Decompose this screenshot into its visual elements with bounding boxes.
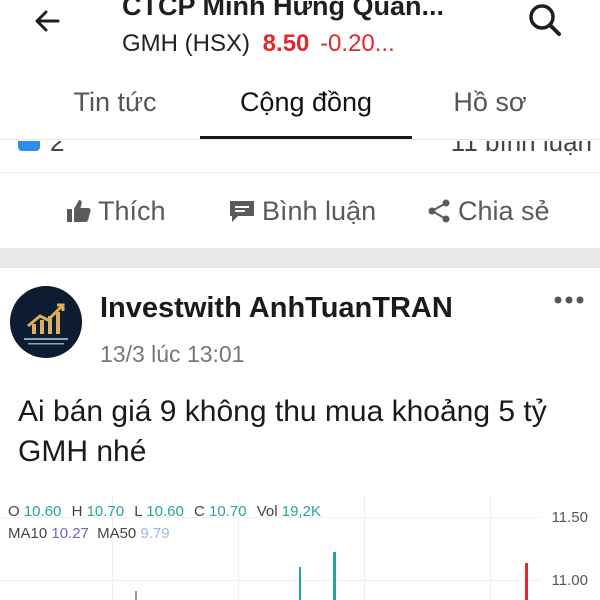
back-button[interactable] (28, 0, 68, 40)
share-label: Chia sẻ (458, 195, 550, 226)
share-icon (428, 199, 450, 223)
tab-bar: Tin tức Cộng đồng Hồ sơ (0, 68, 600, 140)
post-actions: Thích Bình luận Chia sẻ (0, 174, 600, 248)
post-separator (0, 248, 600, 268)
search-icon (529, 4, 561, 36)
like-label: Thích (98, 195, 166, 226)
ticker-symbol: GMH (HSX) (122, 30, 250, 57)
tab-news[interactable]: Tin tức (40, 68, 190, 140)
avatar[interactable] (10, 286, 82, 358)
ticker-line: GMH (HSX) 8.50 -0.20... (122, 30, 395, 58)
like-count: 2 (50, 141, 65, 157)
like-count-icon (18, 141, 40, 151)
chart-gridline (490, 495, 491, 600)
avatar-logo-icon (10, 286, 82, 358)
active-tab-indicator (200, 136, 412, 139)
share-button[interactable]: Chia sẻ (426, 174, 550, 248)
ma-readout: MA10 10.27 MA50 9.79 (8, 525, 170, 542)
more-icon (554, 296, 584, 304)
chart-gridline (0, 580, 540, 581)
candle (135, 591, 137, 600)
high-value: 10.70 (86, 503, 125, 520)
price-change: -0.20... (320, 30, 395, 57)
y-axis-tick: 11.00 (551, 572, 588, 589)
close-value: 10.70 (209, 503, 247, 520)
candle (333, 552, 336, 600)
y-axis-tick: 11.50 (551, 509, 588, 526)
stock-price: 8.50 (262, 30, 310, 57)
back-arrow-icon (35, 10, 60, 32)
previous-post-stats: 2 11 bình luận (0, 141, 600, 173)
chart-gridline (364, 495, 365, 600)
like-button[interactable]: Thích (66, 174, 166, 248)
ma50-value: 9.79 (140, 525, 170, 542)
ohlc-readout: O 10.60 H 10.70 L 10.60 C 10.70 Vol 19,2… (8, 503, 321, 520)
open-value: 10.60 (23, 503, 62, 520)
comment-count[interactable]: 11 bình luận (451, 141, 592, 158)
candle (299, 567, 301, 600)
tab-profile[interactable]: Hồ sơ (420, 68, 560, 140)
ma10-value: 10.27 (51, 525, 89, 542)
app-header: CTCP Minh Hưng Quản... GMH (HSX) 8.50 -0… (0, 0, 600, 68)
search-button[interactable] (524, 0, 568, 40)
candle (525, 563, 528, 600)
thumbs-up-icon (67, 200, 91, 222)
low-value: 10.60 (146, 503, 184, 520)
comment-icon (230, 201, 254, 222)
volume-value: 19,2K (281, 503, 321, 520)
tab-community[interactable]: Cộng đồng (200, 68, 412, 140)
stock-chart[interactable]: O 10.60 H 10.70 L 10.60 C 10.70 Vol 19,2… (0, 495, 600, 600)
comment-button[interactable]: Bình luận (228, 174, 376, 248)
more-options-button[interactable] (548, 286, 590, 316)
post-content: Ai bán giá 9 không thu mua khoảng 5 tỷ G… (18, 395, 547, 468)
post-author[interactable]: Investwith AnhTuanTRAN (100, 292, 453, 325)
page-title: CTCP Minh Hưng Quản... (122, 0, 445, 21)
post-timestamp: 13/3 lúc 13:01 (100, 341, 245, 367)
comment-label: Bình luận (262, 195, 377, 226)
